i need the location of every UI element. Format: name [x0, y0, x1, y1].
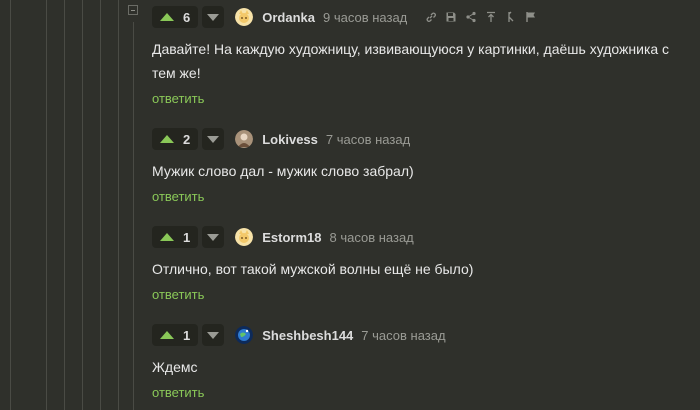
upvote-icon[interactable]	[160, 13, 174, 21]
timestamp[interactable]: 7 часов назад	[326, 132, 410, 147]
comment-text: Ждемс	[152, 359, 198, 375]
reply-link[interactable]: ответить	[152, 385, 204, 400]
comment-text: Отлично, вот такой мужской волны ещё не …	[152, 261, 474, 277]
branch-icon[interactable]	[505, 11, 517, 23]
flag-icon[interactable]	[525, 11, 537, 23]
thread-line	[10, 0, 11, 410]
username[interactable]: Ordanka	[262, 10, 315, 25]
comment-text: Давайте! На каждую художницу, извивающую…	[152, 41, 670, 81]
cat-avatar[interactable]	[235, 8, 254, 26]
planet-avatar[interactable]	[235, 326, 254, 344]
reply-link[interactable]: ответить	[152, 287, 204, 302]
upvote-icon[interactable]	[160, 331, 174, 339]
vote-count: 1	[183, 327, 191, 343]
downvote-icon	[207, 135, 220, 143]
reply-link[interactable]: ответить	[152, 189, 204, 204]
downvote-icon	[207, 331, 220, 339]
vote-counter: 2	[152, 128, 199, 150]
downvote-button[interactable]	[202, 226, 225, 248]
link-icon[interactable]	[425, 11, 437, 23]
vote-count: 2	[183, 131, 191, 147]
vote-count: 6	[183, 9, 191, 25]
comment: 1 Estorm18 8 часов назад Отлично, вот та…	[152, 226, 700, 304]
downvote-button[interactable]	[202, 128, 225, 150]
photo-avatar[interactable]	[235, 130, 254, 148]
username[interactable]: Lokivess	[262, 132, 318, 147]
thread-line	[64, 0, 65, 410]
username[interactable]: Sheshbesh144	[262, 328, 353, 343]
thread-line	[82, 0, 83, 410]
vote-counter: 1	[152, 226, 199, 248]
timestamp[interactable]: 8 часов назад	[329, 230, 413, 245]
vote-counter: 6	[152, 6, 199, 28]
vote-counter: 1	[152, 324, 199, 346]
vote-count: 1	[183, 229, 191, 245]
downvote-icon	[207, 13, 220, 21]
upvote-icon[interactable]	[160, 135, 174, 143]
thread-line	[100, 0, 101, 410]
upvote-icon[interactable]	[160, 233, 174, 241]
comment-text: Мужик слово дал - мужик слово забрал)	[152, 163, 414, 179]
timestamp[interactable]: 7 часов назад	[361, 328, 445, 343]
comment: 1 Sheshbesh144 7 часов назад Ждемс ответ…	[152, 324, 700, 402]
collapse-thread-button[interactable]	[128, 5, 138, 15]
share-icon[interactable]	[465, 11, 477, 23]
downvote-button[interactable]	[202, 324, 225, 346]
downvote-icon	[207, 233, 220, 241]
comment: 2 Lokivess 7 часов назад Мужик слово дал…	[152, 128, 700, 206]
comment: 6 Ordanka 9 часов назад Давайте! На кажд…	[152, 6, 700, 108]
comment-toolbar	[417, 11, 537, 23]
downvote-button[interactable]	[202, 6, 225, 28]
thread-line	[46, 0, 47, 410]
timestamp[interactable]: 9 часов назад	[323, 10, 407, 25]
cat-avatar[interactable]	[235, 228, 254, 246]
reply-link[interactable]: ответить	[152, 91, 204, 106]
go-to-parent-icon[interactable]	[485, 11, 497, 23]
thread-line	[133, 22, 134, 410]
thread-line	[118, 0, 119, 410]
save-icon[interactable]	[445, 11, 457, 23]
username[interactable]: Estorm18	[262, 230, 321, 245]
